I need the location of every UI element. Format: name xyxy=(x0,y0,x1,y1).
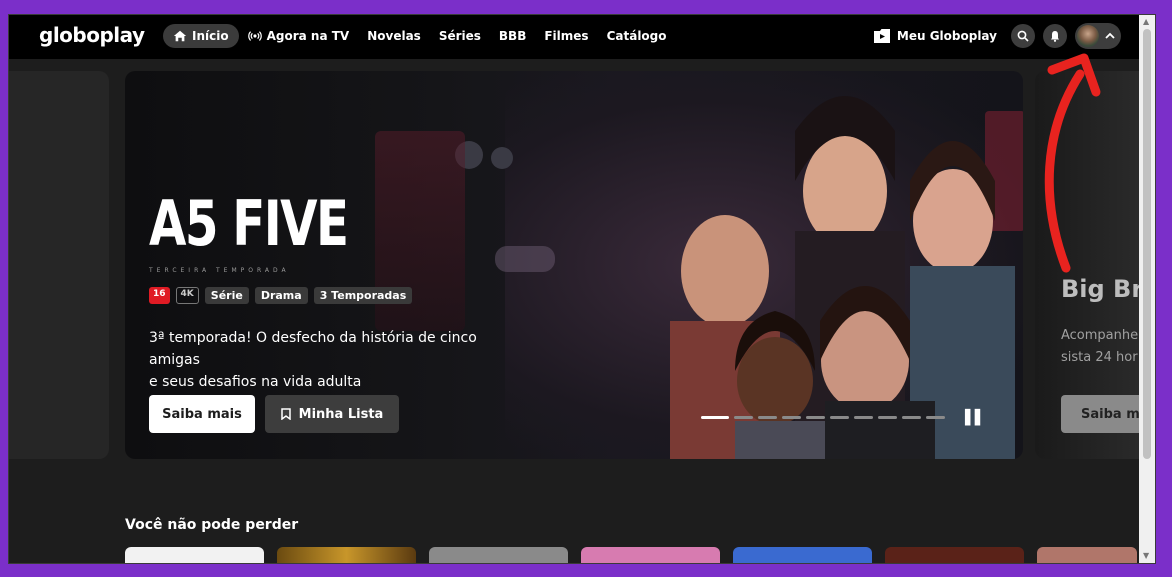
hero-banner[interactable]: A5 FIVE TERCEIRA TEMPORADA 16 4K Série D… xyxy=(125,71,1023,459)
description-line: 3ª temporada! O desfecho da história de … xyxy=(149,330,477,368)
folder-play-icon xyxy=(873,29,890,43)
scrollbar-thumb[interactable] xyxy=(1143,29,1151,459)
meu-globoplay-label: Meu Globoplay xyxy=(896,29,997,43)
type-badge: Série xyxy=(204,287,249,304)
thumbnail-card[interactable] xyxy=(277,547,416,563)
home-icon xyxy=(173,30,187,42)
description-line: Acompanhe xyxy=(1061,328,1139,343)
thumbnail-card[interactable] xyxy=(125,547,264,563)
minha-lista-label: Minha Lista xyxy=(298,406,384,422)
seasons-badge: 3 Temporadas xyxy=(313,287,413,304)
vertical-scrollbar[interactable]: ▲ ▼ xyxy=(1139,15,1155,563)
nav-item-label: Novelas xyxy=(367,29,421,43)
top-navigation-bar: globoplay Início Agora na TV Novelas Sér… xyxy=(9,15,1139,59)
carousel-dot[interactable] xyxy=(902,416,921,419)
section-title: Você não pode perder xyxy=(125,517,299,533)
description-line: e seus desafios na vida adulta xyxy=(149,374,362,390)
carousel-dot[interactable] xyxy=(878,416,897,419)
nav-item-label: Início xyxy=(192,29,229,43)
globoplay-logo[interactable]: globoplay xyxy=(39,23,145,47)
nav-item-label: Catálogo xyxy=(606,29,667,43)
carousel-indicators xyxy=(701,416,945,419)
nav-item-series[interactable]: Séries xyxy=(430,24,490,48)
nav-item-inicio[interactable]: Início xyxy=(163,24,239,48)
thumbnail-card[interactable] xyxy=(581,547,720,563)
next-banner-description: Acompanhe sista 24 hor xyxy=(1061,325,1138,369)
carousel-dot[interactable] xyxy=(701,416,729,419)
broadcast-icon xyxy=(247,31,262,41)
thumbnail-card[interactable] xyxy=(885,547,1024,563)
thumbnail-card[interactable] xyxy=(1037,547,1137,563)
nav-item-agora-na-tv[interactable]: Agora na TV xyxy=(239,24,359,48)
nav-item-label: Séries xyxy=(438,29,481,43)
previous-banner-card[interactable] xyxy=(9,71,109,459)
description-line: sista 24 hor xyxy=(1061,350,1138,365)
show-badges: 16 4K Série Drama 3 Temporadas xyxy=(149,287,413,304)
thumbnail-card[interactable] xyxy=(429,547,568,563)
show-subtitle: TERCEIRA TEMPORADA xyxy=(149,267,290,274)
carousel-dot[interactable] xyxy=(926,416,945,419)
genre-badge: Drama xyxy=(254,287,308,304)
carousel-dot[interactable] xyxy=(806,416,825,419)
section-thumbnails xyxy=(125,547,1137,563)
saiba-mais-button[interactable]: Saiba mais xyxy=(149,395,255,433)
chevron-up-icon xyxy=(1105,32,1115,39)
nav-item-label: Filmes xyxy=(544,29,589,43)
carousel-dot[interactable] xyxy=(782,416,801,419)
scroll-down-arrow-icon[interactable]: ▼ xyxy=(1143,551,1149,560)
nav-item-catalogo[interactable]: Catálogo xyxy=(598,24,676,48)
carousel-dot[interactable] xyxy=(758,416,777,419)
nav-item-label: Agora na TV xyxy=(266,29,350,43)
main-nav: Início Agora na TV Novelas Séries BBB Fi… xyxy=(163,24,676,48)
scroll-up-arrow-icon[interactable]: ▲ xyxy=(1143,17,1149,26)
carousel-dot[interactable] xyxy=(854,416,873,419)
hero-cast-image xyxy=(670,96,1015,459)
annotation-arrow-icon xyxy=(1044,53,1101,273)
nav-item-bbb[interactable]: BBB xyxy=(490,24,535,48)
meu-globoplay-link[interactable]: Meu Globoplay xyxy=(873,29,997,43)
nav-item-filmes[interactable]: Filmes xyxy=(535,24,597,48)
nav-item-novelas[interactable]: Novelas xyxy=(358,24,430,48)
next-saiba-mais-button[interactable]: Saiba ma xyxy=(1061,395,1139,433)
bookmark-icon xyxy=(280,408,291,420)
pause-icon[interactable]: ▌▌ xyxy=(965,410,986,426)
carousel-dot[interactable] xyxy=(734,416,753,419)
age-rating-badge: 16 xyxy=(149,287,170,304)
browser-viewport: globoplay Início Agora na TV Novelas Sér… xyxy=(8,14,1156,564)
minha-lista-button[interactable]: Minha Lista xyxy=(265,395,399,433)
show-title-logo: A5 FIVE xyxy=(149,187,349,260)
quality-badge: 4K xyxy=(175,287,199,304)
show-description: 3ª temporada! O desfecho da história de … xyxy=(149,327,529,393)
nav-item-label: BBB xyxy=(498,29,527,43)
thumbnail-card[interactable] xyxy=(733,547,872,563)
carousel-dot[interactable] xyxy=(830,416,849,419)
